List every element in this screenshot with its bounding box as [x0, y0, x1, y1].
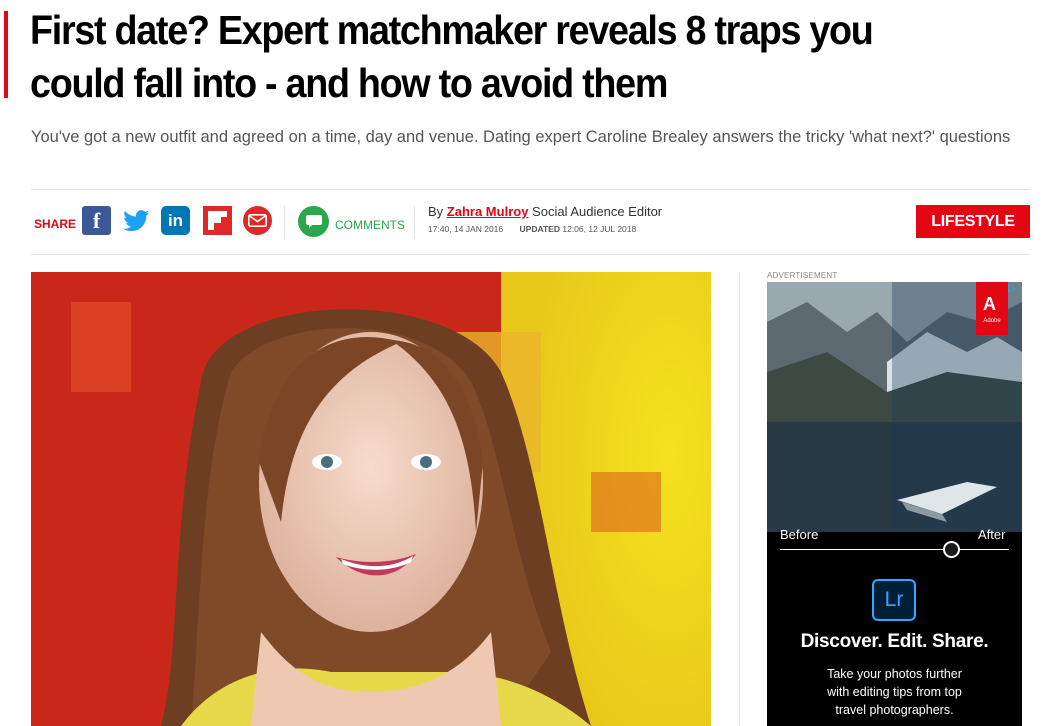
- comments-link[interactable]: COMMENTS: [335, 218, 405, 232]
- section-tag-lifestyle[interactable]: LIFESTYLE: [916, 205, 1030, 238]
- divider: [31, 254, 1030, 255]
- before-after-slider-track: [780, 549, 1009, 550]
- before-after-slider-handle[interactable]: [943, 541, 960, 558]
- advertisement-banner[interactable]: ▷ A Adobe Before After Lr Discover. Edit…: [767, 282, 1022, 726]
- twitter-icon[interactable]: [122, 206, 151, 235]
- divider: [414, 206, 415, 239]
- lightroom-logo: Lr: [872, 579, 916, 621]
- updated-time: 12:06, 12 JUL 2018: [562, 224, 637, 234]
- linkedin-icon[interactable]: in: [161, 206, 190, 235]
- publish-dates: 17:40, 14 JAN 2016 UPDATED 12:06, 12 JUL…: [428, 224, 636, 234]
- advert-headline: Discover. Edit. Share.: [800, 631, 989, 652]
- author-link[interactable]: Zahra Mulroy: [447, 204, 529, 219]
- adobe-logo: A Adobe: [976, 282, 1008, 335]
- adchoices-icon[interactable]: ▷: [1008, 283, 1020, 295]
- share-label: SHARE: [34, 217, 77, 231]
- adobe-brand: Adobe: [983, 318, 1001, 324]
- email-icon[interactable]: [243, 206, 272, 235]
- after-label: After: [978, 527, 1006, 542]
- divider: [284, 206, 285, 239]
- byline-prefix: By: [428, 204, 444, 219]
- author-role: Social Audience Editor: [532, 204, 663, 219]
- article-standfirst: You've got a new outfit and agreed on a …: [31, 128, 1011, 146]
- before-label: Before: [780, 527, 819, 542]
- article-hero-image: [31, 272, 711, 726]
- advert-body: Take your photos further with editing ti…: [827, 667, 962, 717]
- published-time: 17:40, 14 JAN 2016: [428, 224, 504, 234]
- flipboard-icon[interactable]: [203, 206, 232, 235]
- facebook-icon[interactable]: f: [82, 206, 111, 235]
- headline-accent-bar: [4, 11, 8, 98]
- updated-label: UPDATED: [519, 224, 560, 234]
- speech-bubble-icon[interactable]: [298, 206, 329, 237]
- share-bar: SHARE f in COMMENTS By Zahra Mulroy Soci…: [31, 190, 1030, 254]
- byline: By Zahra Mulroy Social Audience Editor: [428, 204, 662, 219]
- sidebar-divider: [739, 272, 740, 726]
- advertisement-label: ADVERTISEMENT: [767, 271, 838, 280]
- article-headline: First date? Expert matchmaker reveals 8 …: [30, 7, 874, 106]
